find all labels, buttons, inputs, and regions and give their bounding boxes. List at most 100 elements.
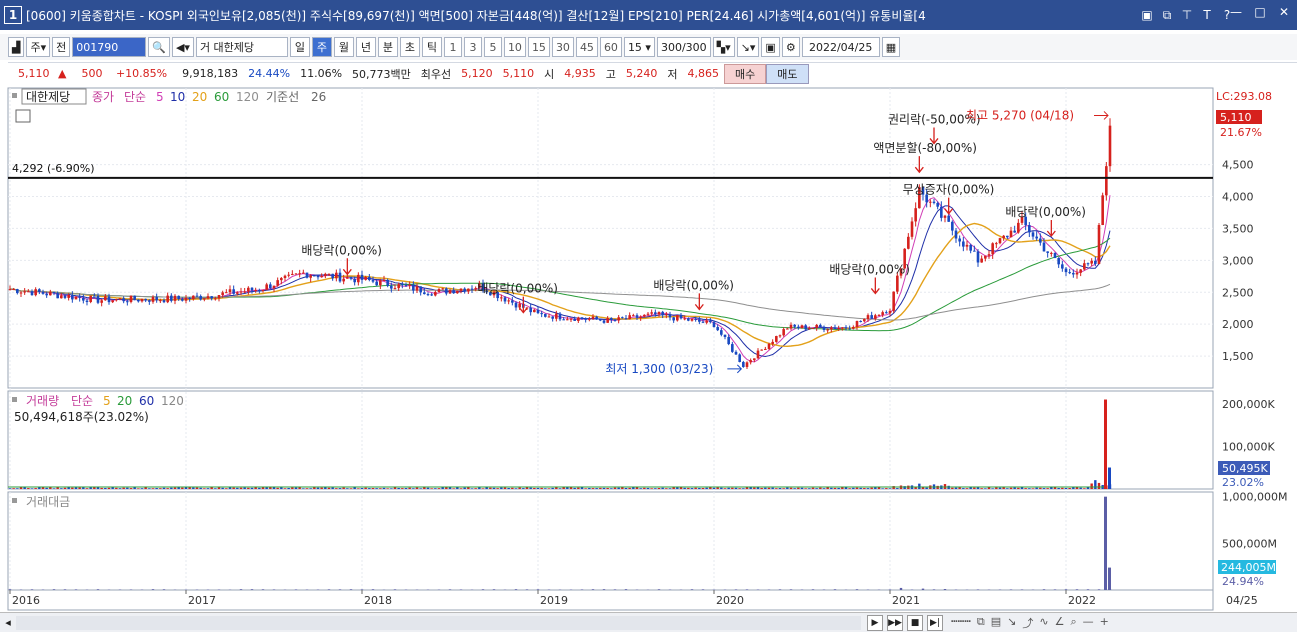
candle-body bbox=[749, 360, 752, 363]
volume-bar bbox=[467, 487, 470, 489]
copy-icon[interactable]: ⧉ bbox=[1160, 8, 1174, 23]
date-input[interactable]: 2022/04/25 bbox=[801, 37, 880, 57]
lowest-price-label: 최저 1,300 (03/23) bbox=[605, 362, 713, 376]
amount-bar bbox=[657, 589, 661, 590]
candle-body bbox=[954, 230, 958, 239]
volume-bar bbox=[151, 488, 155, 489]
interval-3[interactable]: 3 bbox=[463, 37, 482, 57]
volume-bar bbox=[650, 488, 653, 489]
stock-code-input[interactable]: 001790 bbox=[72, 37, 147, 57]
magnifier-icon[interactable]: ⌕ bbox=[1070, 615, 1076, 631]
interval-5[interactable]: 5 bbox=[483, 37, 502, 57]
volume-bar bbox=[1094, 480, 1097, 489]
buy-button[interactable]: 매수 bbox=[724, 63, 767, 84]
high-label: 고 bbox=[605, 67, 616, 81]
candle-body bbox=[738, 354, 741, 362]
count-field[interactable]: 300/300 bbox=[656, 37, 711, 57]
interval-10[interactable]: 10 bbox=[503, 37, 526, 57]
period-tick[interactable]: 틱 bbox=[421, 37, 442, 57]
volume-bar bbox=[639, 488, 642, 489]
amount-bar bbox=[74, 589, 78, 590]
volume-bar bbox=[775, 488, 778, 489]
settings-gear-icon[interactable]: ⚙ bbox=[781, 37, 800, 57]
volume-bar bbox=[885, 488, 888, 489]
skip-end-icon[interactable]: ▶| bbox=[927, 614, 943, 631]
interval-15[interactable]: 15 bbox=[527, 37, 550, 57]
volume-bar bbox=[577, 487, 580, 489]
period-second[interactable]: 초 bbox=[399, 37, 420, 57]
candle-body bbox=[698, 319, 701, 322]
x-tick-label: 2019 bbox=[540, 594, 568, 607]
close-button[interactable]: ✕ bbox=[1277, 5, 1291, 19]
interval-30[interactable]: 30 bbox=[551, 37, 574, 57]
candle-body bbox=[386, 279, 389, 286]
volume-bar bbox=[962, 488, 965, 489]
angle-tool-icon[interactable]: ∠ bbox=[1055, 615, 1065, 631]
fast-forward-icon[interactable]: ▶▶ bbox=[887, 614, 903, 631]
calendar-icon[interactable]: ▦ bbox=[881, 37, 901, 57]
search-icon[interactable]: 🔍 bbox=[148, 37, 170, 57]
interval-60[interactable]: 60 bbox=[599, 37, 622, 57]
stock-chart[interactable]: 4,292 (-6.90%) 배당락(0,00%) 배당락(0,00%) 배당락(0… bbox=[0, 86, 1297, 612]
scroll-track[interactable] bbox=[16, 615, 861, 630]
save-icon[interactable]: ▣ bbox=[761, 37, 780, 57]
volume-bar bbox=[1053, 487, 1057, 489]
candle-body bbox=[441, 288, 444, 290]
volume-bar bbox=[591, 488, 595, 489]
period-type-select[interactable]: 주 ▾ bbox=[26, 37, 51, 57]
candle-body bbox=[1094, 260, 1097, 265]
pin-icon[interactable]: ⊤ bbox=[1180, 8, 1194, 23]
horizontal-scrollbar[interactable]: ◂ ▶ ▶▶ ■ ▶| ┅┅┅ ⧉ ▤ ↘ ⤴ ∿ ∠ ⌕ — + bbox=[0, 612, 1297, 632]
zoom-out-icon[interactable]: — bbox=[1083, 615, 1094, 631]
trend-tool-icon[interactable]: ⤴ bbox=[1022, 615, 1033, 631]
prev-button[interactable]: 전 bbox=[52, 37, 71, 57]
period-year[interactable]: 년 bbox=[355, 37, 376, 57]
amount-bar bbox=[63, 589, 67, 590]
amount-bar bbox=[294, 589, 298, 590]
wave-tool-icon[interactable]: ∿ bbox=[1039, 615, 1048, 631]
period-minute[interactable]: 분 bbox=[377, 37, 398, 57]
volume-bar bbox=[56, 487, 59, 489]
price-legend-item: 26 bbox=[311, 90, 326, 104]
scroll-left-arrow[interactable]: ◂ bbox=[0, 616, 16, 629]
period-week[interactable]: 주 bbox=[311, 37, 332, 57]
indicator-icon[interactable]: ▚▾ bbox=[712, 37, 735, 57]
interval-45[interactable]: 45 bbox=[575, 37, 598, 57]
price-legend-item: 10 bbox=[170, 90, 185, 104]
candle-body bbox=[888, 310, 892, 314]
candle-body bbox=[661, 311, 664, 315]
candle-body bbox=[181, 298, 184, 301]
compare-icon[interactable]: ▤ bbox=[991, 615, 1001, 631]
volume-bar bbox=[78, 487, 81, 489]
candle-body bbox=[892, 291, 895, 311]
period-month[interactable]: 월 bbox=[333, 37, 354, 57]
interval-1[interactable]: 1 bbox=[443, 37, 462, 57]
volume-bar bbox=[463, 487, 466, 489]
candle-body bbox=[716, 327, 719, 331]
zoom-in-icon[interactable]: + bbox=[1100, 615, 1109, 631]
volume-bar bbox=[74, 487, 78, 489]
stock-name-field[interactable]: 거 대한제당 bbox=[195, 37, 288, 57]
zoom-slider-icon[interactable]: ┅┅┅ bbox=[951, 615, 971, 631]
tile-icon[interactable]: ▣ bbox=[1140, 8, 1154, 23]
candle-body bbox=[885, 312, 888, 314]
drawing-icon[interactable]: ↘▾ bbox=[736, 37, 760, 57]
volume-bar bbox=[518, 487, 521, 489]
interval-select[interactable]: 15 ▾ bbox=[623, 37, 655, 57]
maximize-button[interactable]: □ bbox=[1253, 5, 1267, 19]
speaker-icon[interactable]: ◀▾ bbox=[171, 37, 194, 57]
sell-button[interactable]: 매도 bbox=[766, 63, 809, 84]
font-icon[interactable]: T bbox=[1200, 8, 1214, 23]
line-tool-icon[interactable]: ↘ bbox=[1007, 615, 1016, 631]
candle-body bbox=[547, 316, 551, 318]
volume-bar bbox=[815, 488, 818, 489]
candle-body bbox=[848, 328, 851, 330]
stop-icon[interactable]: ■ bbox=[907, 614, 923, 631]
minimize-button[interactable]: — bbox=[1229, 5, 1243, 19]
copy-panel-icon[interactable]: ⧉ bbox=[977, 615, 985, 631]
period-day[interactable]: 일 bbox=[289, 37, 310, 57]
candle-body bbox=[67, 294, 70, 298]
play-right-icon[interactable]: ▶ bbox=[867, 614, 883, 631]
volume-bar bbox=[617, 487, 620, 489]
layout-icon[interactable]: ▟ bbox=[8, 37, 25, 57]
